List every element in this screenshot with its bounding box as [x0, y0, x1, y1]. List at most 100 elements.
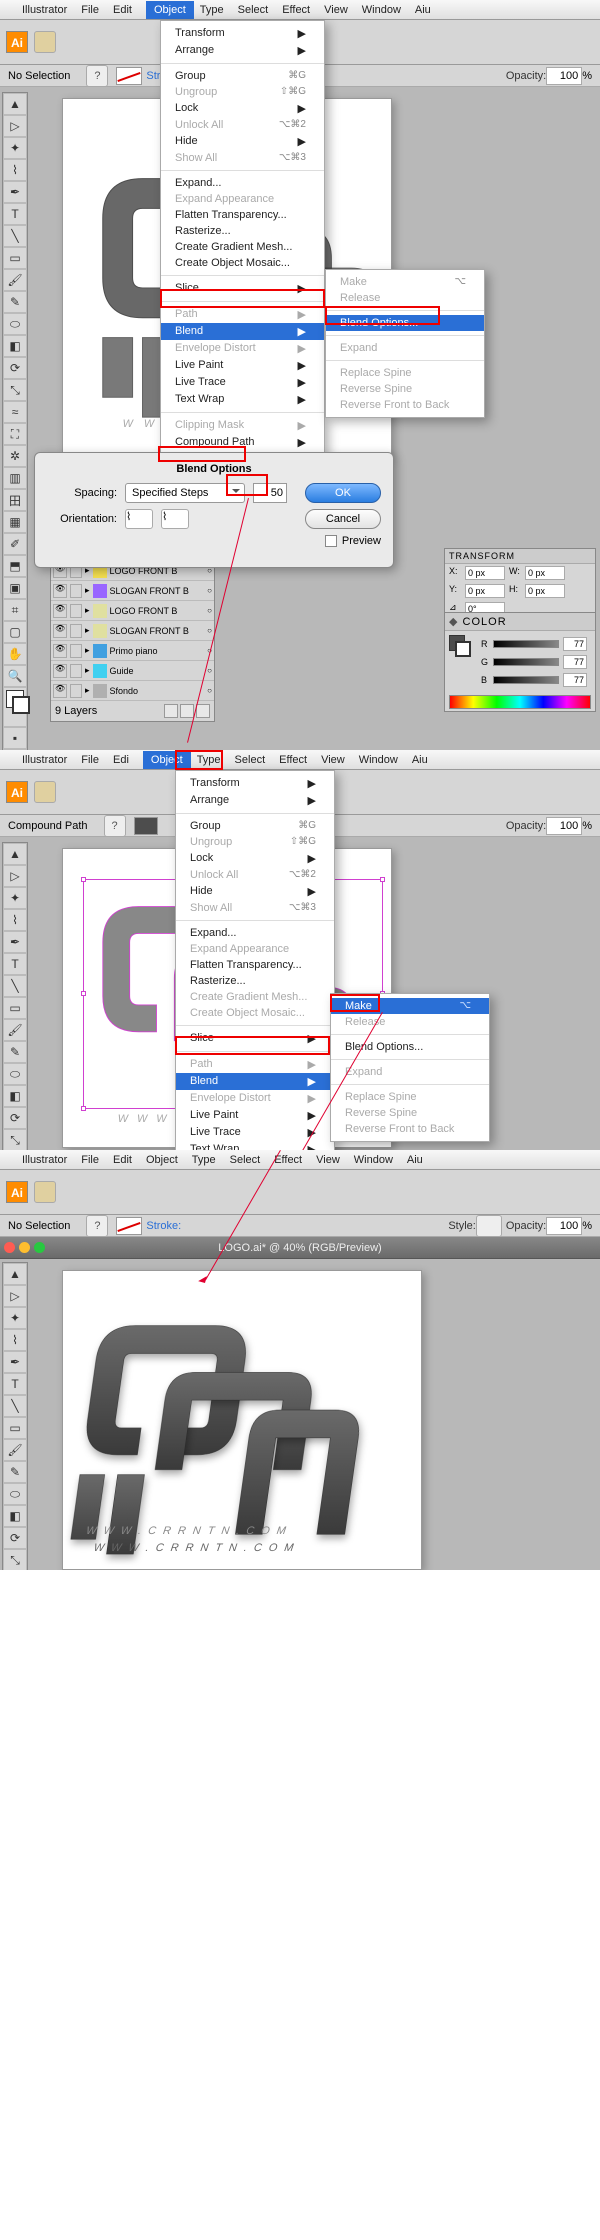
new-layer-icon[interactable] [180, 704, 194, 718]
eraser-tool[interactable]: ◧ [3, 1085, 27, 1107]
rectangle-tool[interactable]: ▭ [3, 1417, 27, 1439]
magic-wand-tool[interactable]: ✦ [3, 137, 27, 159]
illustrator-icon[interactable]: Ai [6, 781, 28, 803]
menu-window[interactable]: Window [362, 4, 401, 16]
menu-live-trace[interactable]: Live Trace▶ [161, 374, 324, 391]
help-button[interactable] [86, 65, 108, 87]
menu-help[interactable]: Aiu [415, 4, 431, 16]
paintbrush-tool[interactable]: 🖌 [3, 269, 27, 291]
h-input[interactable]: 0 px [525, 584, 565, 598]
eraser-tool[interactable]: ◧ [3, 1505, 27, 1527]
menu-select[interactable]: Select [238, 4, 269, 16]
eye-icon[interactable] [53, 684, 67, 698]
menu-compound-path[interactable]: Compound Path▶ [161, 434, 324, 451]
fill-swatch[interactable] [134, 817, 158, 835]
menu-file[interactable]: File [81, 754, 99, 766]
pen-tool[interactable]: ✒ [3, 1351, 27, 1373]
artboard-tool[interactable]: ▢ [3, 621, 27, 643]
orient-align-page[interactable]: ⌇ [161, 509, 189, 529]
menu-window[interactable]: Window [354, 1154, 393, 1166]
rotate-tool[interactable]: ⟳ [3, 1107, 27, 1129]
x-input[interactable]: 0 px [465, 566, 505, 580]
menu-text-wrap[interactable]: Text Wrap▶ [176, 1141, 334, 1150]
direct-selection-tool[interactable]: ▷ [3, 115, 27, 137]
menu-group[interactable]: Group⌘G [176, 818, 334, 834]
menu-envelope[interactable]: Envelope Distort▶ [161, 340, 324, 357]
eye-icon[interactable] [53, 584, 67, 598]
menu-expand[interactable]: Expand... [176, 925, 334, 941]
menu-file[interactable]: File [81, 1154, 99, 1166]
menu-ungroup[interactable]: Ungroup⇧⌘G [161, 84, 324, 100]
spacing-select[interactable]: Specified Steps [125, 483, 245, 503]
color-mode-button[interactable]: ▪ [3, 727, 27, 749]
scale-tool[interactable]: ⤡ [3, 379, 27, 401]
layer-row[interactable]: ▸Sfondo○ [51, 681, 214, 701]
submenu-expand[interactable]: Expand [326, 340, 484, 356]
menu-arrange[interactable]: Arrange▶ [161, 42, 324, 59]
submenu-reverse-spine[interactable]: Reverse Spine [326, 381, 484, 397]
g-value[interactable]: 77 [563, 655, 587, 669]
y-input[interactable]: 0 px [465, 584, 505, 598]
menu-rasterize[interactable]: Rasterize... [161, 223, 324, 239]
menu-app[interactable]: Illustrator [22, 4, 67, 16]
menu-type[interactable]: Type [200, 4, 224, 16]
help-button[interactable] [86, 1215, 108, 1237]
eye-icon[interactable] [53, 604, 67, 618]
menu-transform[interactable]: Transform▶ [176, 775, 334, 792]
selection-tool[interactable]: ▲ [3, 1263, 27, 1285]
hand-tool[interactable]: ✋ [3, 643, 27, 665]
rotate-tool[interactable]: ⟳ [3, 1527, 27, 1549]
menu-effect[interactable]: Effect [274, 1154, 302, 1166]
graph-tool[interactable]: ▥ [3, 467, 27, 489]
menu-object-mosaic[interactable]: Create Object Mosaic... [161, 255, 324, 271]
ok-button[interactable]: OK [305, 483, 381, 503]
opacity-input[interactable]: 100 [546, 1217, 582, 1235]
menu-edit[interactable]: Edi [113, 754, 129, 766]
lock-icon[interactable] [70, 584, 82, 598]
layer-row[interactable]: ▸Primo piano○ [51, 641, 214, 661]
menu-app[interactable]: Illustrator [22, 1154, 67, 1166]
menu-show-all[interactable]: Show All⌥⌘3 [161, 150, 324, 166]
direct-selection-tool[interactable]: ▷ [3, 865, 27, 887]
menu-lock[interactable]: Lock▶ [161, 100, 324, 117]
menu-object[interactable]: Object [143, 751, 191, 769]
delete-layer-icon[interactable] [196, 704, 210, 718]
magic-wand-tool[interactable]: ✦ [3, 887, 27, 909]
r-slider[interactable] [493, 640, 559, 648]
selection-tool[interactable]: ▲ [3, 843, 27, 865]
menu-slice[interactable]: Slice▶ [161, 280, 324, 297]
submenu-expand[interactable]: Expand [331, 1064, 489, 1080]
menu-type[interactable]: Type [192, 1154, 216, 1166]
new-sublayer-icon[interactable] [164, 704, 178, 718]
menu-select[interactable]: Select [230, 1154, 261, 1166]
menu-view[interactable]: View [321, 754, 345, 766]
submenu-reverse-spine[interactable]: Reverse Spine [331, 1105, 489, 1121]
w-input[interactable]: 0 px [525, 566, 565, 580]
submenu-make[interactable]: Make⌥ [331, 998, 489, 1014]
mesh-tool[interactable]: 田 [3, 489, 27, 511]
lasso-tool[interactable]: ⌇ [3, 1329, 27, 1351]
menu-help[interactable]: Aiu [407, 1154, 423, 1166]
scale-tool[interactable]: ⤡ [3, 1549, 27, 1570]
lock-icon[interactable] [70, 604, 82, 618]
menu-clipping-mask[interactable]: Clipping Mask▶ [161, 417, 324, 434]
fill-swatch[interactable] [116, 67, 142, 85]
menu-object[interactable]: Object [146, 1, 194, 19]
lock-icon[interactable] [70, 664, 82, 678]
pencil-tool[interactable]: ✎ [3, 291, 27, 313]
menu-window[interactable]: Window [359, 754, 398, 766]
menu-unlock-all[interactable]: Unlock All⌥⌘2 [161, 117, 324, 133]
menu-hide[interactable]: Hide▶ [176, 883, 334, 900]
menu-live-paint[interactable]: Live Paint▶ [176, 1107, 334, 1124]
g-slider[interactable] [493, 658, 559, 666]
lasso-tool[interactable]: ⌇ [3, 159, 27, 181]
eraser-tool[interactable]: ◧ [3, 335, 27, 357]
menu-slice[interactable]: Slice▶ [176, 1030, 334, 1047]
warp-tool[interactable]: ≈ [3, 401, 27, 423]
fill-swatch[interactable] [116, 1217, 142, 1235]
live-paint-tool[interactable]: ▣ [3, 577, 27, 599]
layer-row[interactable]: ▸Guide○ [51, 661, 214, 681]
menu-envelope[interactable]: Envelope Distort▶ [176, 1090, 334, 1107]
menu-expand-appearance[interactable]: Expand Appearance [161, 191, 324, 207]
rotate-tool[interactable]: ⟳ [3, 357, 27, 379]
